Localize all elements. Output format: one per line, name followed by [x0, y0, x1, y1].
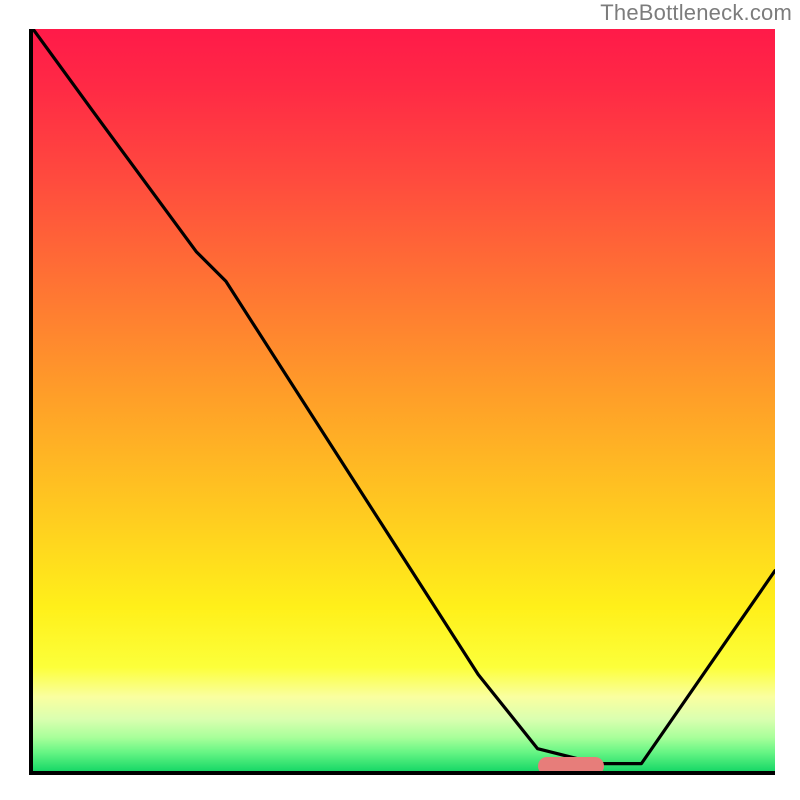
bottleneck-curve — [33, 29, 775, 771]
chart-frame: TheBottleneck.com — [0, 0, 800, 800]
optimal-range-marker — [538, 757, 605, 775]
attribution-text: TheBottleneck.com — [600, 0, 792, 26]
plot-area — [29, 29, 775, 775]
